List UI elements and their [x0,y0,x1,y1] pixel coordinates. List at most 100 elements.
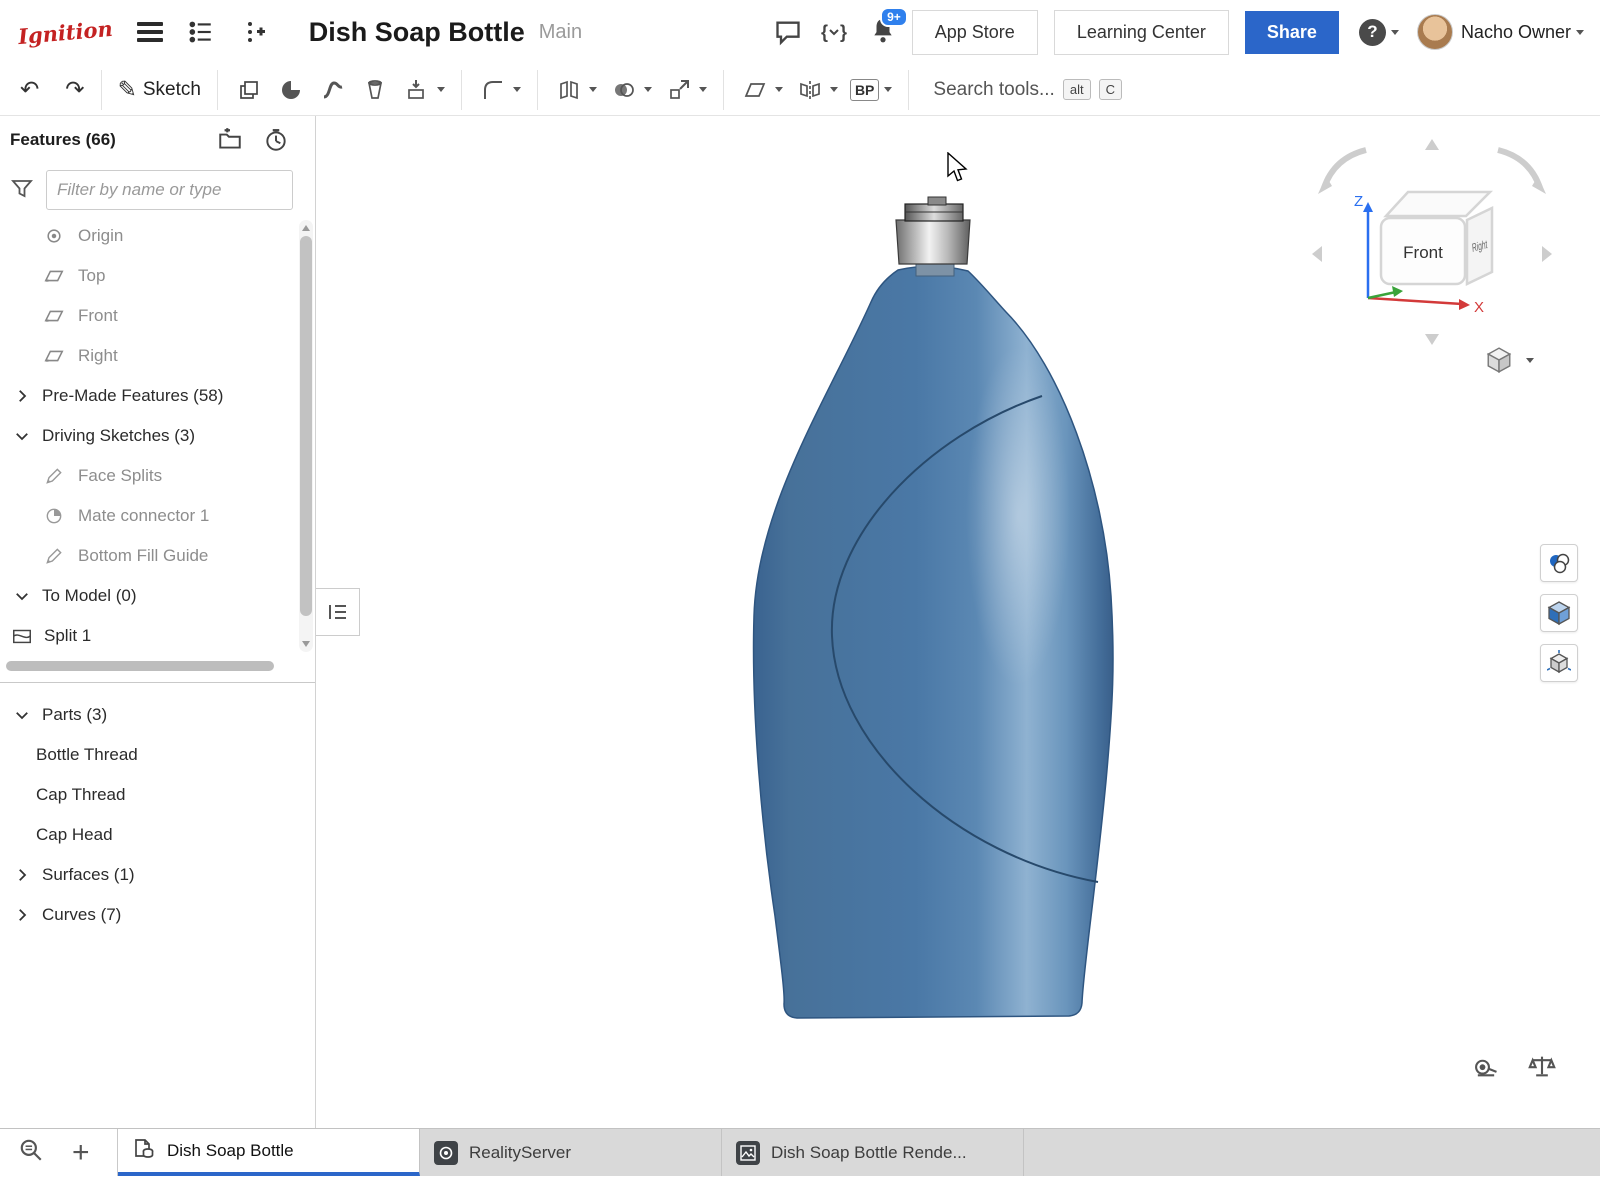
mass-properties-icon[interactable] [1528,1052,1556,1080]
x-axis-label: X [1474,299,1484,316]
chevron-down-icon[interactable] [775,87,783,92]
chevron-down-icon[interactable] [644,87,652,92]
extrude-icon [234,75,264,105]
company-logo[interactable]: Ignition [17,15,114,48]
part-item-bottle-thread[interactable]: Bottle Thread [0,735,315,775]
chevron-right-icon[interactable] [10,863,34,887]
horizontal-scrollbar[interactable] [6,660,305,672]
tab-dish-soap-bottle-render[interactable]: Dish Soap Bottle Rende... [722,1129,1024,1176]
chevron-down-icon[interactable] [10,424,34,448]
tree-group-to-model[interactable]: To Model (0) [0,576,295,616]
tree-group-curves[interactable]: Curves (7) [0,895,315,935]
mirror-tool-button[interactable] [789,71,844,109]
undo-button[interactable]: ↶ [14,74,45,105]
undo-icon: ↶ [20,78,39,101]
chevron-down-icon[interactable] [699,87,707,92]
transform-tool-button[interactable] [658,71,713,109]
viewcube-top-face [1386,192,1490,216]
scrollbar-thumb[interactable] [6,661,274,671]
redo-button[interactable]: ↷ [59,74,90,105]
tree-item-mate-connector[interactable]: Mate connector 1 [0,496,295,536]
tab-bar-controls: + [0,1129,118,1176]
sweep-tool-button[interactable] [312,71,354,109]
chevron-right-icon[interactable] [10,384,34,408]
scrollbar-thumb[interactable] [300,236,312,616]
tree-group-premade-features[interactable]: Pre-Made Features (58) [0,376,295,416]
feature-list-icon[interactable] [185,16,217,48]
workspace-name[interactable]: Main [539,21,582,44]
chevron-right-icon[interactable] [10,903,34,927]
plane-icon [42,304,66,328]
exploded-cube-button[interactable] [1540,644,1578,682]
share-button[interactable]: Share [1245,11,1339,54]
parts-list: Parts (3) Bottle Thread Cap Thread Cap H… [0,683,315,935]
pattern-tool-button[interactable] [548,71,603,109]
comment-icon[interactable] [772,16,804,48]
notifications-button[interactable]: 9+ [870,16,896,49]
chevron-down-icon[interactable] [437,87,445,92]
thicken-tool-button[interactable] [396,71,451,109]
vertical-scrollbar[interactable] [299,220,313,652]
user-name[interactable]: Nacho Owner [1461,22,1571,43]
document-title[interactable]: Dish Soap Bottle [309,17,525,48]
chevron-down-icon[interactable] [1526,358,1534,363]
chevron-down-icon[interactable] [10,703,34,727]
insert-new-icon[interactable] [239,16,271,48]
textured-cube-button[interactable] [1540,594,1578,632]
part-item-cap-head[interactable]: Cap Head [0,815,315,855]
feature-tree-box: Features (66) O [0,116,315,683]
chevron-down-icon[interactable] [830,87,838,92]
fillet-tool-button[interactable] [472,71,527,109]
app-store-button[interactable]: App Store [912,10,1038,55]
help-icon[interactable]: ? [1359,19,1386,46]
user-avatar[interactable] [1417,14,1453,50]
new-folder-icon[interactable] [217,127,243,153]
tree-item-split-1[interactable]: Split 1 [0,616,295,656]
feature-list-toggle-button[interactable] [316,588,360,636]
hamburger-menu-icon[interactable] [137,22,163,42]
revolve-tool-button[interactable] [270,71,312,109]
chevron-down-icon[interactable] [589,87,597,92]
exploded-cube-icon [1547,650,1571,676]
boolean-tool-button[interactable] [603,71,658,109]
view-cube[interactable]: Front Right Z X [1304,134,1560,350]
tree-group-surfaces[interactable]: Surfaces (1) [0,855,315,895]
tab-realityserver[interactable]: RealityServer [420,1129,722,1176]
tree-item-top-plane[interactable]: Top [0,256,295,296]
tree-item-right-plane[interactable]: Right [0,336,295,376]
scroll-up-icon[interactable] [302,225,310,231]
chevron-down-icon[interactable] [513,87,521,92]
user-chevron-down-icon[interactable] [1576,30,1584,35]
tree-item-origin[interactable]: Origin [0,216,295,256]
plane-tool-button[interactable] [734,71,789,109]
tree-group-parts[interactable]: Parts (3) [0,695,315,735]
viewport-3d[interactable]: Front Right Z X [316,116,1600,1128]
search-tools-field[interactable]: Search tools... alt C [933,79,1122,101]
extrude-tool-button[interactable] [228,71,270,109]
tree-item-face-splits[interactable]: Face Splits [0,456,295,496]
part-item-cap-thread[interactable]: Cap Thread [0,775,315,815]
measure-icon[interactable] [1472,1052,1500,1080]
view-mode-dropdown[interactable] [1481,342,1538,378]
featurescript-icon[interactable]: {} [818,16,850,48]
chevron-down-icon[interactable] [884,87,892,92]
tree-group-driving-sketches[interactable]: Driving Sketches (3) [0,416,295,456]
help-chevron-down-icon[interactable] [1391,30,1399,35]
loft-tool-button[interactable] [354,71,396,109]
filter-icon [10,176,34,205]
learning-center-button[interactable]: Learning Center [1054,10,1229,55]
chevron-down-icon[interactable] [10,584,34,608]
scroll-down-icon[interactable] [302,641,310,647]
tree-item-front-plane[interactable]: Front [0,296,295,336]
new-tab-button[interactable]: + [72,1138,90,1168]
tab-dish-soap-bottle[interactable]: Dish Soap Bottle [118,1129,420,1176]
appearance-spheres-button[interactable] [1540,544,1578,582]
z-axis-label: Z [1354,193,1363,210]
tree-item-bottom-fill-guide[interactable]: Bottom Fill Guide [0,536,295,576]
sketch-button[interactable]: ✎ Sketch [112,74,207,105]
search-tabs-icon[interactable] [18,1137,44,1168]
rollback-history-icon[interactable] [263,127,289,153]
feature-filter-input[interactable] [46,170,293,210]
bp-tool-button[interactable]: BP [844,75,898,105]
modeling-toolbar: ↶ ↷ ✎ Sketch BP Search tools... alt C [0,64,1600,116]
